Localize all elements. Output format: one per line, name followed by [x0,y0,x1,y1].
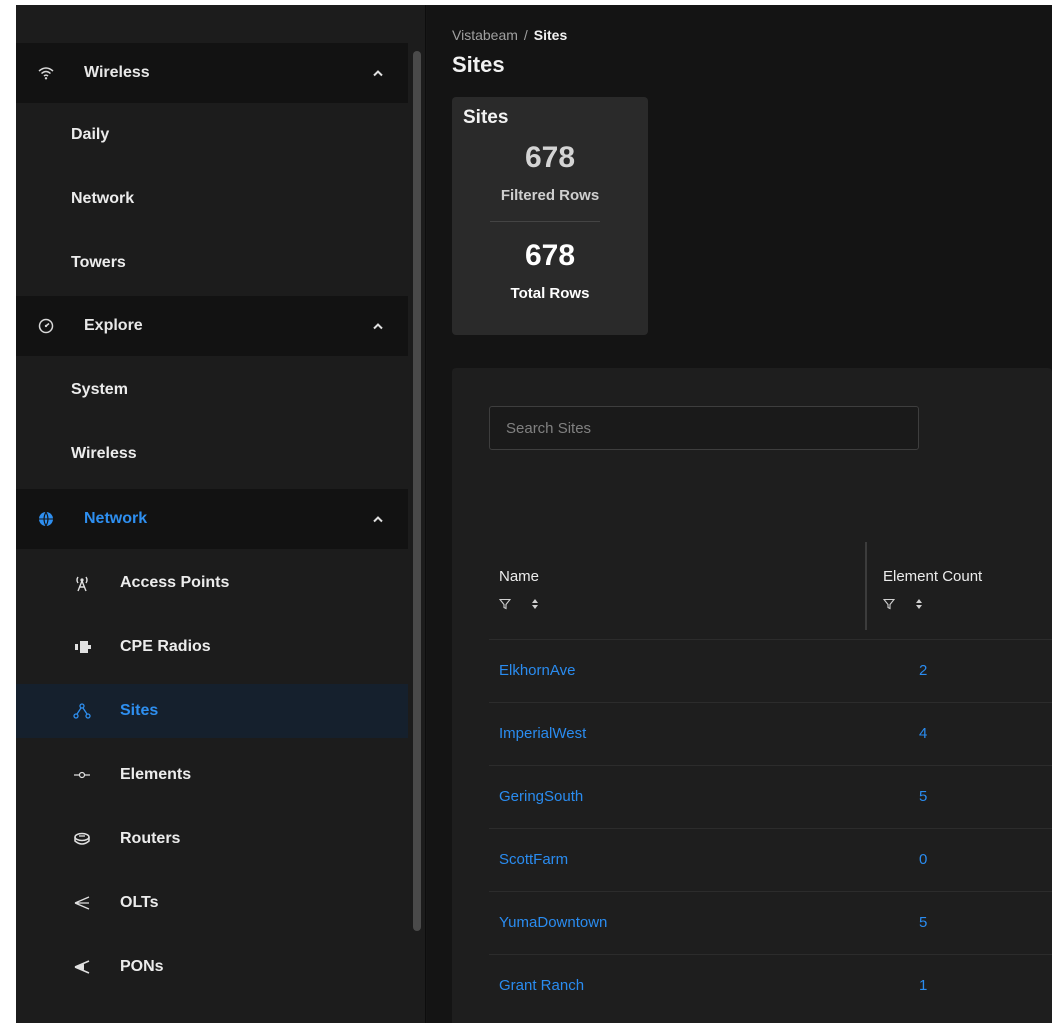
olt-icon [70,893,94,913]
globe-icon [36,509,56,529]
sidebar-item-label: Routers [120,830,181,847]
sidebar-group-label: Explore [84,317,143,334]
filter-icon[interactable] [499,598,511,610]
table-row: ScottFarm 0 [489,828,1052,891]
filtered-rows-value: 678 [524,141,576,174]
sidebar-item-label: Access Points [120,574,230,591]
sites-table-panel: Name Element Count [452,368,1052,1023]
chevron-up-icon[interactable] [371,319,385,333]
sidebar-item-access-points[interactable]: Access Points [16,556,408,610]
filtered-rows-label: Filtered Rows [500,187,600,204]
chevron-up-icon[interactable] [371,66,385,80]
sidebar-item-label: Sites [120,702,159,719]
sidebar-item-sites[interactable]: Sites [16,684,408,738]
search-input[interactable] [489,406,919,450]
column-header-label: Element Count [883,568,983,585]
sidebar-item-pons[interactable]: PONs [16,940,408,994]
sidebar-item-routers[interactable]: Routers [16,812,408,866]
table-row: YumaDowntown 5 [489,891,1052,954]
sidebar: Wireless Daily Network Towers Explore Sy… [16,5,408,1023]
element-count-link[interactable]: 5 [919,914,927,931]
chevron-up-icon[interactable] [371,512,385,526]
sidebar-item-network[interactable]: Network [16,172,408,226]
element-count-link[interactable]: 1 [919,977,927,994]
sidebar-group-wireless[interactable]: Wireless [16,43,408,103]
column-header-label: Name [499,568,540,585]
page-title: Sites [452,52,505,77]
card-divider [490,221,600,222]
element-node-icon [70,765,94,785]
sidebar-group-explore[interactable]: Explore [16,296,408,356]
sidebar-item-label: System [71,381,128,398]
site-name-link[interactable]: Grant Ranch [499,977,584,994]
sidebar-item-explore-wireless[interactable]: Wireless [16,427,408,481]
site-tree-icon [70,701,94,721]
sidebar-item-towers[interactable]: Towers [16,236,408,290]
sidebar-item-elements[interactable]: Elements [16,748,408,802]
element-count-link[interactable]: 4 [919,725,927,742]
element-count-link[interactable]: 0 [919,851,927,868]
sidebar-item-label: Towers [71,254,126,271]
total-rows-label: Total Rows [510,285,590,302]
element-count-link[interactable]: 5 [919,788,927,805]
card-title: Sites [463,107,509,128]
row-count-card: Sites 678 Filtered Rows 678 Total Rows [452,97,648,335]
column-resize-handle[interactable] [865,542,867,630]
wifi-icon [36,63,56,83]
antenna-icon [70,573,94,593]
table-row: ImperialWest 4 [489,702,1052,765]
breadcrumb-separator: / [523,27,528,43]
sidebar-item-label: CPE Radios [120,638,211,655]
sidebar-item-cpe-radios[interactable]: CPE Radios [16,620,408,674]
sidebar-item-daily[interactable]: Daily [16,108,408,162]
site-name-link[interactable]: ImperialWest [499,725,586,742]
sidebar-item-system[interactable]: System [16,363,408,417]
table-row: GeringSouth 5 [489,765,1052,828]
sidebar-group-label: Wireless [84,64,150,81]
sidebar-group-network[interactable]: Network [16,489,408,549]
total-rows-value: 678 [524,239,576,272]
main-content: Vistabeam / Sites Sites Sites 678 Filtered… [427,5,1052,1023]
filter-icon[interactable] [883,598,895,610]
sidebar-scrollbar[interactable] [408,5,426,1023]
sidebar-group-label: Network [84,510,148,527]
breadcrumb-current: Sites [533,27,568,43]
sort-icon[interactable] [531,598,539,610]
table-row: Grant Ranch 1 [489,954,1052,1017]
sidebar-item-label: OLTs [120,894,159,911]
sort-icon[interactable] [915,598,923,610]
router-icon [70,829,94,849]
site-name-link[interactable]: GeringSouth [499,788,583,805]
sidebar-item-label: PONs [120,958,164,975]
sidebar-item-label: Wireless [71,445,137,462]
sidebar-item-label: Elements [120,766,192,783]
pon-icon [70,957,94,977]
breadcrumb-root-link[interactable]: Vistabeam [452,27,518,43]
sidebar-item-label: Network [71,190,135,207]
site-name-link[interactable]: ScottFarm [499,851,568,868]
cpe-radio-icon [70,637,94,657]
column-header-name[interactable]: Name [489,548,865,638]
site-name-link[interactable]: YumaDowntown [499,914,607,931]
scrollbar-thumb[interactable] [413,51,421,931]
breadcrumb: Vistabeam / Sites [452,27,567,43]
sidebar-item-olts[interactable]: OLTs [16,876,408,930]
table-row: ElkhornAve 2 [489,639,1052,702]
column-header-element-count[interactable]: Element Count [873,548,1052,638]
sidebar-item-label: Daily [71,126,110,143]
site-name-link[interactable]: ElkhornAve [499,662,575,679]
app-frame: Wireless Daily Network Towers Explore Sy… [16,5,1052,1023]
gauge-icon [36,316,56,336]
element-count-link[interactable]: 2 [919,662,927,679]
